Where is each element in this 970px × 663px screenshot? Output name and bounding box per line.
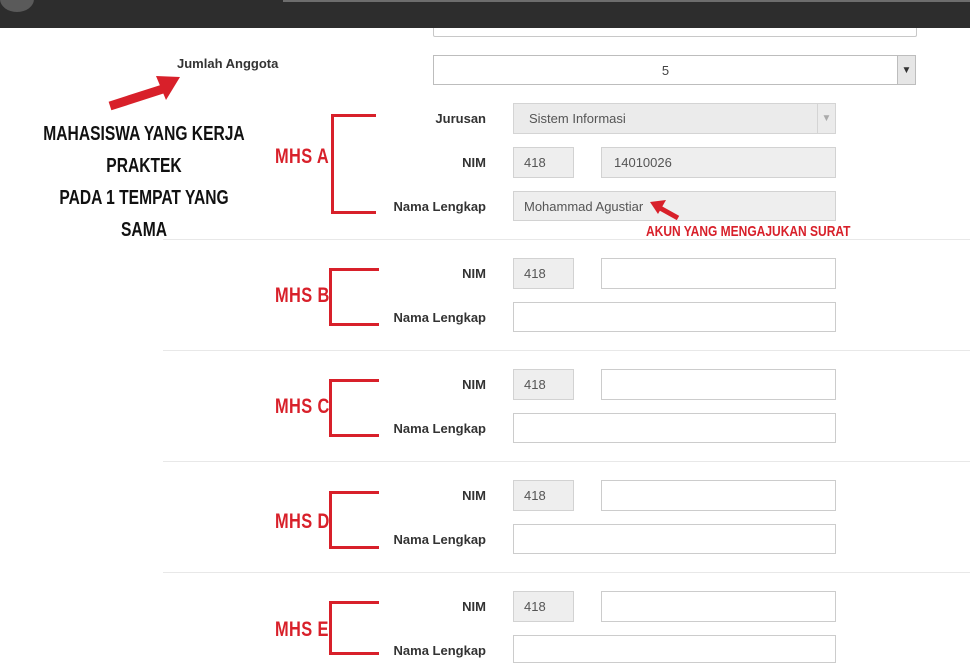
divider xyxy=(163,239,970,240)
annotation-left-line1: MAHASISWA YANG KERJA PRAKTEK xyxy=(43,123,245,177)
mhs-tag-c: MHS C xyxy=(275,395,330,418)
nama-label-d: Nama Lengkap xyxy=(393,532,486,547)
bracket-mhs-d xyxy=(329,491,379,549)
jurusan-value: Sistem Informasi xyxy=(529,111,626,126)
nim-prefix-a: 418 xyxy=(513,147,574,178)
bracket-mhs-c xyxy=(329,379,379,437)
nim-input-e[interactable] xyxy=(601,591,836,622)
nama-input-b[interactable] xyxy=(513,302,836,332)
nim-input-b[interactable] xyxy=(601,258,836,289)
annotation-arrow-icon xyxy=(108,76,180,111)
nim-label-d: NIM xyxy=(462,488,486,503)
nama-label-b: Nama Lengkap xyxy=(393,310,486,325)
nama-input-c[interactable] xyxy=(513,413,836,443)
jurusan-label: Jurusan xyxy=(435,111,486,126)
nim-prefix-d: 418 xyxy=(513,480,574,511)
jurusan-select[interactable]: Sistem Informasi ▼ xyxy=(513,103,836,134)
nama-label-e: Nama Lengkap xyxy=(393,643,486,658)
annotation-akun-note: AKUN YANG MENGAJUKAN SURAT xyxy=(646,223,851,240)
divider xyxy=(163,461,970,462)
nim-label-e: NIM xyxy=(462,599,486,614)
mhs-tag-b: MHS B xyxy=(275,284,330,307)
nim-input-d[interactable] xyxy=(601,480,836,511)
mhs-tag-e: MHS E xyxy=(275,618,329,641)
browser-top-bar xyxy=(0,0,970,28)
bracket-mhs-b xyxy=(329,268,379,326)
nim-prefix-b: 418 xyxy=(513,258,574,289)
bracket-mhs-e xyxy=(329,601,379,655)
nim-input-c[interactable] xyxy=(601,369,836,400)
nim-input-a[interactable]: 14010026 xyxy=(601,147,836,178)
divider xyxy=(163,350,970,351)
mhs-tag-d: MHS D xyxy=(275,510,330,533)
previous-field-clipped[interactable] xyxy=(433,28,917,37)
browser-button-icon[interactable] xyxy=(0,0,34,12)
nama-input-e[interactable] xyxy=(513,635,836,663)
tab-edge xyxy=(283,0,970,2)
jumlah-anggota-select[interactable]: 5 ▼ xyxy=(433,55,916,85)
nama-label-a: Nama Lengkap xyxy=(393,199,486,214)
chevron-down-icon[interactable]: ▼ xyxy=(897,56,915,84)
nama-label-c: Nama Lengkap xyxy=(393,421,486,436)
annotation-left-note: MAHASISWA YANG KERJA PRAKTEK PADA 1 TEMP… xyxy=(36,118,251,246)
nim-label-c: NIM xyxy=(462,377,486,392)
nim-prefix-c: 418 xyxy=(513,369,574,400)
nama-input-d[interactable] xyxy=(513,524,836,554)
jumlah-anggota-value: 5 xyxy=(661,62,670,78)
nim-label-a: NIM xyxy=(462,155,486,170)
divider xyxy=(163,572,970,573)
bracket-mhs-a xyxy=(331,114,376,214)
nim-prefix-e: 418 xyxy=(513,591,574,622)
chevron-down-icon[interactable]: ▼ xyxy=(817,104,835,133)
annotation-akun-arrow-icon xyxy=(650,200,680,221)
jumlah-anggota-label: Jumlah Anggota xyxy=(177,56,279,71)
mhs-tag-a: MHS A xyxy=(275,145,330,168)
nim-label-b: NIM xyxy=(462,266,486,281)
annotation-left-line2: PADA 1 TEMPAT YANG SAMA xyxy=(59,187,229,241)
